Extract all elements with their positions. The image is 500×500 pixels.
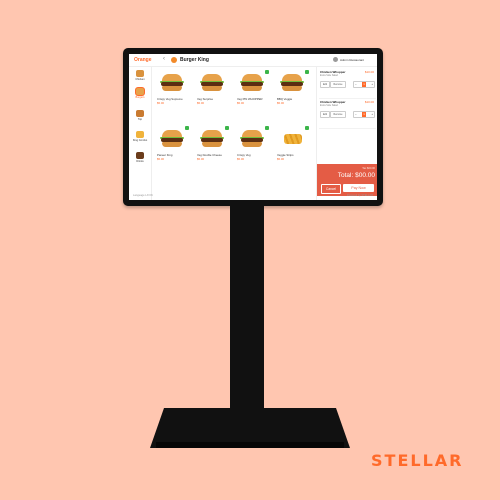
checkout-panel: Tax $00.00 Total: $00.00 Cancel Pay Now: [317, 164, 377, 196]
remove-button[interactable]: Remove: [330, 81, 346, 88]
cart-item-options: Extra Side Salad: [320, 104, 338, 107]
product-card[interactable]: Veggie Strips $5.00: [275, 126, 309, 166]
quantity-value: 1: [362, 112, 366, 117]
product-card[interactable]: BBQ Veggie $5.00: [275, 70, 309, 110]
cancel-button[interactable]: Cancel: [321, 184, 341, 194]
cart-item-price: $10.00: [364, 100, 374, 104]
burger-icon: [238, 72, 266, 94]
product-grid: Crispy Veg Supreme $5.00 Veg Surprise $5…: [155, 70, 313, 190]
kiosk-screen-frame: Orange ‹ Burger King Admin Restaurant Ch…: [123, 48, 383, 206]
chicken-icon: [136, 70, 144, 77]
fries-icon: [136, 131, 144, 138]
product-price: $5.00: [197, 157, 204, 161]
product-price: $5.00: [277, 101, 284, 105]
sidebar-item-label: King Combo: [132, 139, 148, 142]
burger-icon: [158, 72, 186, 94]
burger-icon: [198, 72, 226, 94]
tax-amount: Tax $00.00: [362, 167, 375, 170]
order-cart: Chicken Whopper Extra Side Salad $10.00 …: [316, 66, 377, 200]
burger-icon: [158, 128, 186, 150]
plus-icon[interactable]: +: [371, 82, 373, 87]
kiosk-screen: Orange ‹ Burger King Admin Restaurant Ch…: [129, 54, 377, 200]
user-name[interactable]: Admin Restaurant: [340, 58, 364, 62]
product-card[interactable]: Veg PIN WHOPPER $5.00: [235, 70, 269, 110]
product-card[interactable]: Veg Double Cheese $5.00: [195, 126, 229, 166]
quantity-value: 1: [362, 82, 366, 87]
burger-icon: [198, 128, 226, 150]
plus-icon[interactable]: +: [371, 112, 373, 117]
store-name: Burger King: [180, 57, 209, 63]
product-price: $5.00: [157, 101, 164, 105]
fries-icon: [278, 128, 306, 150]
cart-item: Chicken Whopper Extra Side Salad $10.00 …: [319, 68, 376, 99]
product-price: $5.00: [277, 157, 284, 161]
quantity-stepper[interactable]: − 1 +: [353, 111, 375, 118]
product-price: $5.00: [237, 101, 244, 105]
back-icon[interactable]: ‹: [163, 56, 165, 62]
sidebar-item-king-combo[interactable]: King Combo: [130, 131, 150, 142]
kiosk-stand-base-edge: [156, 442, 344, 448]
remove-button[interactable]: Remove: [330, 111, 346, 118]
order-total: Total: $00.00: [337, 172, 375, 179]
product-price: $5.00: [157, 157, 164, 161]
sidebar-item-chicken[interactable]: Chicken: [130, 70, 150, 81]
kiosk-stand-neck: [230, 206, 264, 412]
store-logo-icon: [171, 57, 177, 63]
quantity-stepper[interactable]: − 1 +: [353, 81, 375, 88]
language-selector[interactable]: Language LAYIN: [133, 194, 153, 197]
user-avatar-icon[interactable]: [333, 57, 338, 62]
screen-footer: Language LAYIN Powered by STELLAR: [129, 194, 377, 200]
sidebar-item-label: Drinks: [136, 160, 144, 163]
product-card[interactable]: Crispy Veg $5.00: [235, 126, 269, 166]
minus-icon[interactable]: −: [355, 82, 357, 87]
product-card[interactable]: Crispy Veg Supreme $5.00: [155, 70, 189, 110]
drink-icon: [136, 152, 144, 159]
powered-by: Powered by STELLAR: [347, 194, 373, 197]
sidebar-item-drinks[interactable]: Drinks: [130, 152, 150, 163]
burger-icon: [238, 128, 266, 150]
product-card[interactable]: Veg Surprise $5.00: [195, 70, 229, 110]
product-card[interactable]: Paneer King $5.00: [155, 126, 189, 166]
product-price: $5.00: [237, 157, 244, 161]
sidebar-item-label: Chicken: [135, 78, 145, 81]
minus-icon[interactable]: −: [355, 112, 357, 117]
edit-button[interactable]: Edit: [320, 81, 330, 88]
cart-item-options: Extra Side Salad: [320, 74, 338, 77]
cart-item-price: $10.00: [364, 70, 374, 74]
sidebar-item-label: Burgers: [135, 96, 145, 99]
sidebar-item-label: Top: [137, 118, 143, 121]
burger-icon: [278, 72, 306, 94]
product-price: $5.00: [197, 101, 204, 105]
sandwich-icon: [136, 110, 144, 117]
stellar-brand-logo: STELLAR: [371, 451, 464, 470]
category-sidebar: Chicken Burgers Top King Combo Drinks: [129, 66, 152, 200]
burger-icon: [136, 88, 144, 95]
sidebar-item-burgers[interactable]: Burgers: [130, 88, 150, 99]
sidebar-item-top[interactable]: Top: [130, 110, 150, 121]
edit-button[interactable]: Edit: [320, 111, 330, 118]
app-logo: Orange: [134, 57, 152, 63]
cart-item: Chicken Whopper Extra Side Salad $10.00 …: [319, 98, 376, 129]
pay-now-button[interactable]: Pay Now: [343, 184, 374, 192]
